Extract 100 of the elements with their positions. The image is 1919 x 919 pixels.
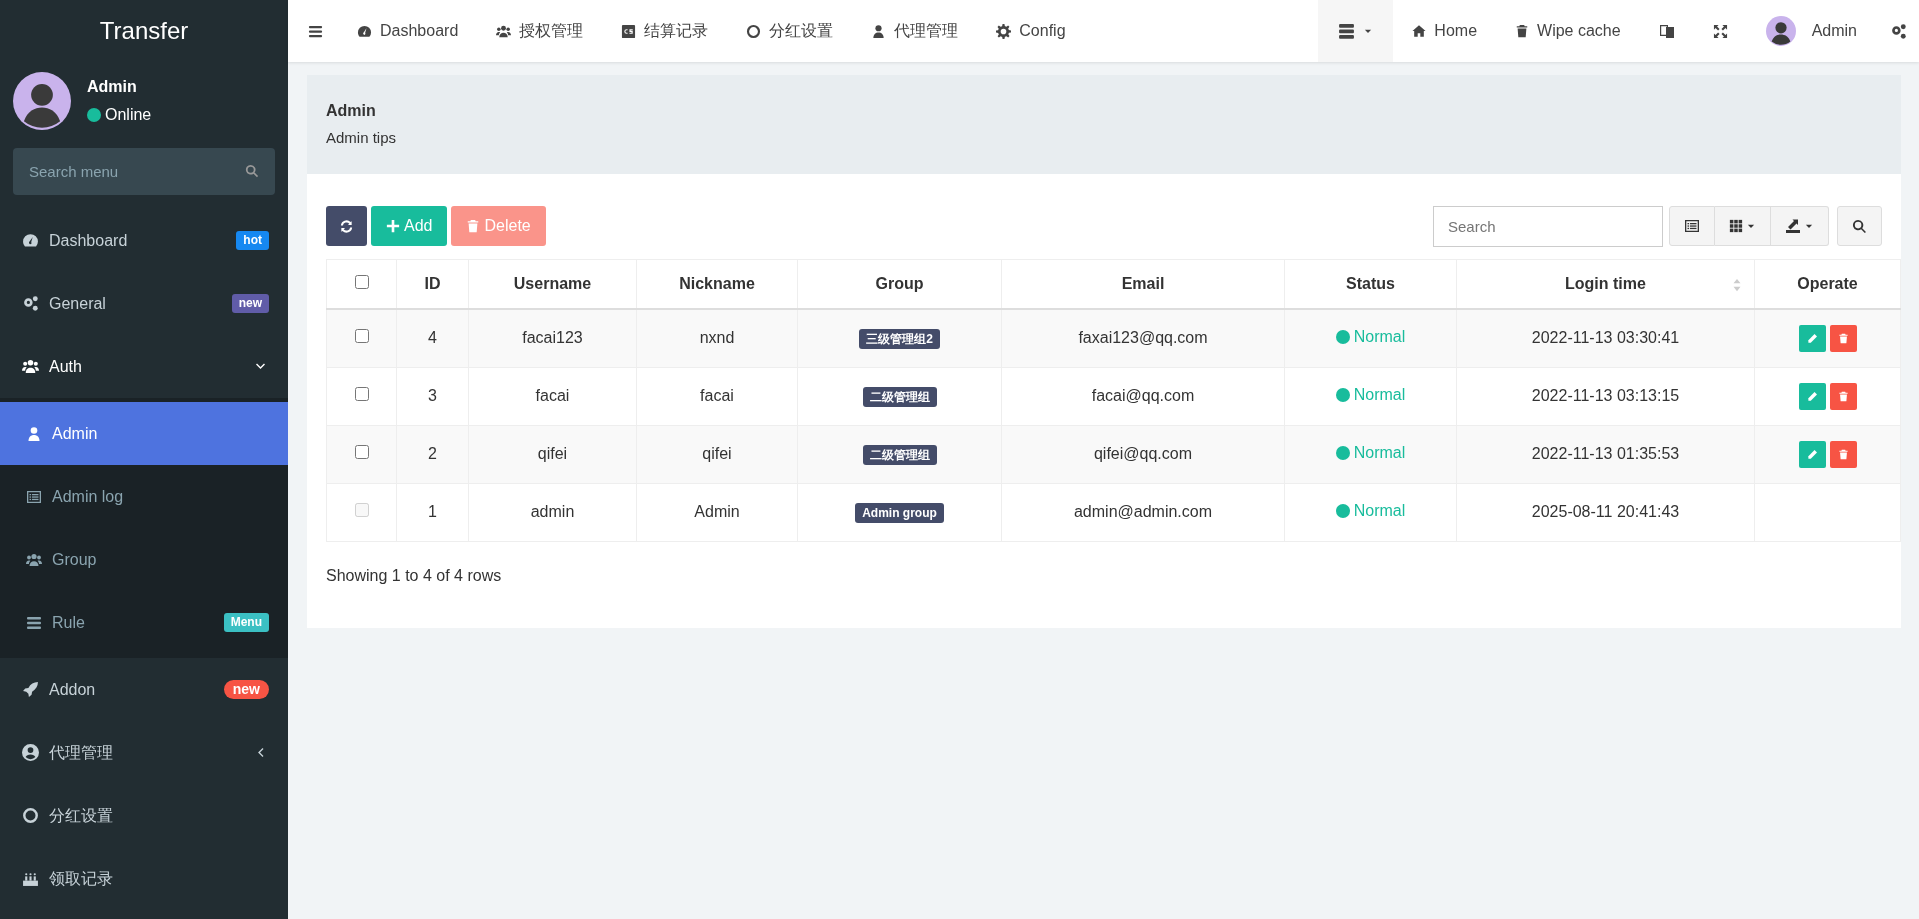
user-status: Online bbox=[105, 105, 152, 125]
menu-icon bbox=[308, 23, 323, 39]
sidebar-item[interactable]: Group bbox=[0, 528, 288, 591]
search-field[interactable]: Search bbox=[1433, 205, 1663, 247]
status-dot bbox=[1335, 330, 1350, 345]
table-cell: admin@admin.com bbox=[1073, 503, 1213, 520]
table-cell: 3 bbox=[428, 387, 437, 404]
status-text: Normal bbox=[1353, 501, 1406, 521]
search-field[interactable]: Search menu bbox=[13, 148, 275, 195]
ring-icon bbox=[22, 807, 39, 824]
table-cell: qifei@qq.com bbox=[1093, 445, 1193, 462]
nav-link[interactable]: Wipe cache bbox=[1496, 0, 1640, 62]
search-button[interactable] bbox=[1837, 206, 1882, 246]
stack-dropdown-button[interactable] bbox=[1318, 0, 1394, 62]
toggle-view-button[interactable] bbox=[1669, 206, 1715, 246]
row-checkbox[interactable] bbox=[354, 445, 369, 459]
status-text: Normal bbox=[1353, 443, 1406, 463]
export-button[interactable] bbox=[1771, 206, 1829, 246]
translate-icon bbox=[1658, 23, 1675, 39]
sidebar-item[interactable]: Auth bbox=[0, 335, 288, 398]
table-cell: nxnd bbox=[699, 329, 735, 347]
table-cell: qifei bbox=[537, 445, 568, 462]
sidebar-item[interactable]: Dashboard hot bbox=[0, 209, 288, 272]
nav-link[interactable]: 结算记录 bbox=[602, 0, 728, 62]
dashboard-icon bbox=[22, 232, 39, 249]
row-checkbox[interactable] bbox=[354, 387, 369, 401]
nav-link[interactable]: Dashboard bbox=[338, 0, 478, 62]
expand-icon bbox=[1712, 23, 1728, 39]
search-icon bbox=[245, 164, 259, 178]
nav-link[interactable]: Home bbox=[1393, 0, 1497, 62]
group-tag: 二级管理组 bbox=[862, 387, 937, 407]
refresh-button[interactable] bbox=[326, 206, 367, 246]
menu-badge: hot bbox=[236, 231, 269, 250]
list-icon bbox=[26, 488, 42, 505]
delete-button[interactable] bbox=[1829, 440, 1857, 468]
table-cell: Admin bbox=[694, 503, 740, 520]
pencil-icon bbox=[1806, 332, 1818, 344]
table-cell: admin bbox=[530, 503, 575, 520]
refresh-icon bbox=[339, 218, 354, 234]
delete-button[interactable] bbox=[1829, 324, 1857, 352]
delete-button[interactable] bbox=[1829, 382, 1857, 410]
table-cell: 2 bbox=[428, 445, 437, 462]
sidebar-item[interactable]: 分红设置 bbox=[0, 784, 288, 847]
group-tag: Admin group bbox=[855, 503, 944, 523]
sidebar-item[interactable]: 领取记录 bbox=[0, 847, 288, 910]
user-menu[interactable]: Admin bbox=[1746, 0, 1876, 62]
group-tag: 三级管理组2 bbox=[859, 329, 940, 350]
table-cell: 2022-11-13 03:30:41 bbox=[1531, 329, 1680, 347]
column-header: Username bbox=[513, 274, 592, 292]
pagination-info: Showing 1 to 4 of 4 rows bbox=[326, 565, 503, 586]
list-icon bbox=[1684, 218, 1700, 234]
status-dot bbox=[1335, 504, 1350, 518]
select-all-checkbox[interactable] bbox=[354, 274, 369, 289]
edit-button[interactable] bbox=[1798, 382, 1826, 410]
sidebar-item[interactable]: General new bbox=[0, 272, 288, 335]
nav-link[interactable]: 分红设置 bbox=[727, 0, 853, 62]
rocket-icon bbox=[22, 681, 39, 698]
search-icon bbox=[1852, 218, 1867, 234]
table-cell: faxai123@qq.com bbox=[1078, 329, 1208, 347]
column-header: ID bbox=[424, 274, 441, 292]
plus-icon bbox=[386, 219, 400, 233]
sidebar-item[interactable]: Admin bbox=[0, 402, 288, 465]
page-title: Admin bbox=[326, 101, 377, 121]
column-header: Operate bbox=[1797, 274, 1858, 292]
edit-button[interactable] bbox=[1798, 440, 1826, 468]
nav-link[interactable]: 代理管理 bbox=[852, 0, 978, 62]
table-cell: 4 bbox=[428, 329, 437, 347]
menu-badge: Menu bbox=[223, 613, 269, 632]
ring-icon bbox=[746, 23, 762, 39]
columns-button[interactable] bbox=[1715, 206, 1771, 246]
avatar bbox=[13, 72, 71, 130]
users-icon bbox=[22, 358, 39, 375]
table-cell: facai bbox=[535, 387, 570, 404]
sidebar-item[interactable]: Addon new bbox=[0, 658, 288, 721]
dashboard-icon bbox=[357, 23, 372, 39]
sidebar-item[interactable]: Rule Menu bbox=[0, 591, 288, 654]
page-subtitle: Admin tips bbox=[326, 128, 398, 148]
sidebar-item[interactable]: Admin log bbox=[0, 465, 288, 528]
edit-button[interactable] bbox=[1798, 324, 1826, 352]
nav-link[interactable]: Config bbox=[977, 0, 1085, 62]
gears-icon bbox=[22, 295, 39, 312]
grid-icon bbox=[1729, 219, 1743, 233]
table-cell: facai@qq.com bbox=[1091, 387, 1195, 404]
table-cell: 2025-08-11 20:41:43 bbox=[1531, 503, 1680, 520]
trash-icon bbox=[1515, 24, 1530, 38]
row-checkbox[interactable] bbox=[354, 329, 369, 344]
table-cell: 1 bbox=[428, 503, 437, 520]
gears-icon bbox=[1890, 22, 1907, 40]
column-header: Status bbox=[1346, 274, 1395, 292]
status-dot bbox=[1335, 388, 1350, 402]
menu-badge: new bbox=[223, 680, 269, 699]
users-icon bbox=[26, 551, 42, 568]
column-header: Email bbox=[1121, 274, 1165, 292]
gear-icon bbox=[996, 23, 1012, 39]
export-icon bbox=[1785, 218, 1801, 234]
sidebar-item[interactable]: 代理管理 bbox=[0, 721, 288, 784]
trash-icon bbox=[466, 219, 481, 233]
nav-link[interactable]: 授权管理 bbox=[477, 0, 603, 62]
menu-icon bbox=[26, 614, 42, 631]
column-header: Login time bbox=[1565, 274, 1646, 292]
